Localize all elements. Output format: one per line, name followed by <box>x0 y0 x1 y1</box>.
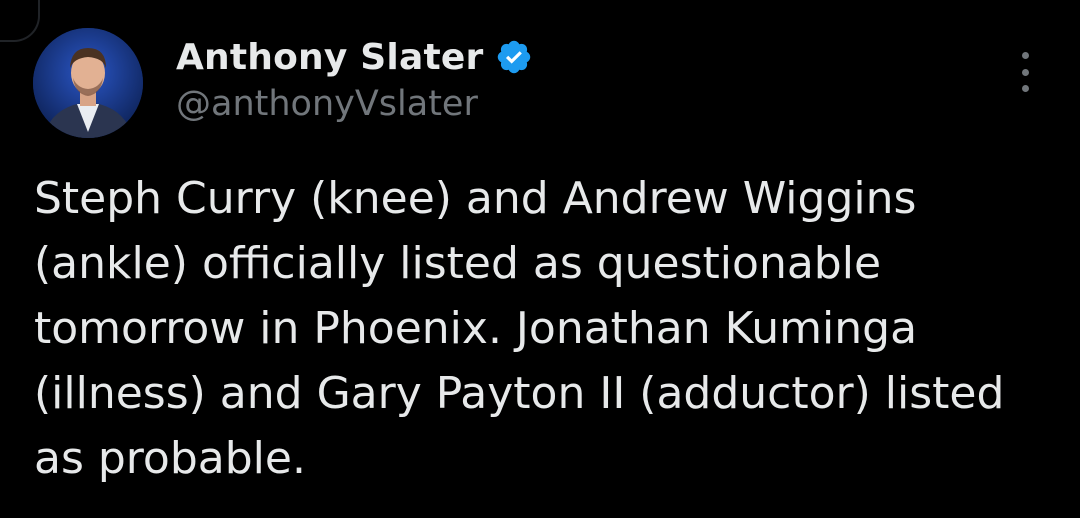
author-name-row: Anthony Slater <box>176 32 533 82</box>
tweet-text: Steph Curry (knee) and Andrew Wiggins (a… <box>34 173 1005 484</box>
tweet-header: Anthony Slater @anthonyVslater <box>176 32 533 124</box>
thread-connector-line <box>0 0 40 42</box>
avatar[interactable] <box>33 28 143 138</box>
avatar-photo-icon <box>33 28 143 138</box>
more-options-button[interactable] <box>1010 52 1040 92</box>
more-vertical-icon <box>1021 52 1029 59</box>
more-vertical-icon-dot <box>1021 68 1029 76</box>
more-vertical-icon-dot <box>1021 85 1029 92</box>
author-display-name[interactable]: Anthony Slater <box>176 37 483 78</box>
verified-badge-icon <box>495 38 533 76</box>
author-handle[interactable]: @anthonyVslater <box>176 84 533 124</box>
